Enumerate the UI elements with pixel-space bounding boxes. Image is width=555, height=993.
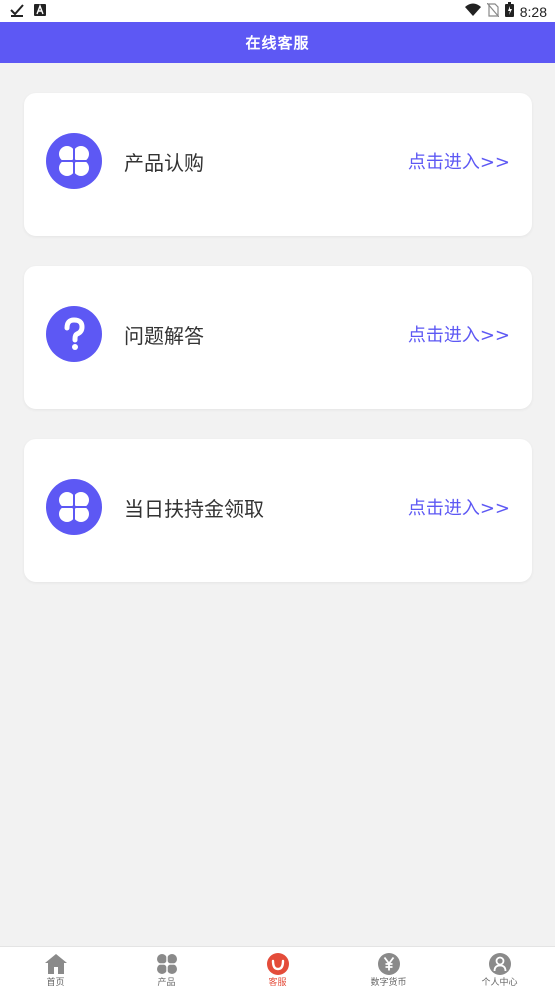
card-label: 问题解答 xyxy=(124,324,204,348)
app-screen: 8:28 在线客服 产品认购 点击进入>> 问题解答 点击进入>> 当日扶持金领… xyxy=(0,0,555,993)
smile-service-icon xyxy=(266,952,290,976)
nav-label: 产品 xyxy=(157,978,176,988)
nav-item-products[interactable]: 产品 xyxy=(111,947,222,993)
nav-label: 个人中心 xyxy=(481,978,518,988)
question-icon xyxy=(46,306,102,362)
bottom-nav: 首页 产品 客服 数字货币 个人中心 xyxy=(0,946,555,993)
nav-item-digital-currency[interactable]: 数字货币 xyxy=(333,947,444,993)
a-badge-icon xyxy=(34,4,46,20)
home-icon xyxy=(44,952,68,976)
enter-link[interactable]: 点击进入>> xyxy=(408,498,510,520)
nav-item-service[interactable]: 客服 xyxy=(222,947,333,993)
app-header: 在线客服 xyxy=(0,22,555,63)
page-title: 在线客服 xyxy=(245,34,310,52)
card-label: 产品认购 xyxy=(124,151,204,175)
yen-coin-icon xyxy=(377,952,401,976)
status-time: 8:28 xyxy=(519,3,547,20)
nav-label: 客服 xyxy=(268,978,287,988)
check-download-icon xyxy=(10,3,24,21)
card-faq[interactable]: 问题解答 点击进入>> xyxy=(24,266,532,409)
status-bar: 8:28 xyxy=(0,0,555,22)
user-icon xyxy=(488,952,512,976)
status-right-icons: 8:28 xyxy=(464,2,547,21)
enter-link[interactable]: 点击进入>> xyxy=(408,152,510,174)
clover-icon xyxy=(46,133,102,189)
nav-item-profile[interactable]: 个人中心 xyxy=(444,947,555,993)
nav-label: 数字货币 xyxy=(370,978,407,988)
nav-item-home[interactable]: 首页 xyxy=(0,947,111,993)
nav-label: 首页 xyxy=(46,978,65,988)
clover-icon xyxy=(155,952,179,976)
enter-link[interactable]: 点击进入>> xyxy=(408,325,510,347)
clover-icon xyxy=(46,479,102,535)
no-sim-icon xyxy=(486,2,500,21)
wifi-icon xyxy=(464,3,481,21)
status-left-icons xyxy=(10,3,46,21)
battery-icon xyxy=(504,2,514,21)
card-label: 当日扶持金领取 xyxy=(124,497,264,521)
card-daily-support-fund[interactable]: 当日扶持金领取 点击进入>> xyxy=(24,439,532,582)
card-product-subscribe[interactable]: 产品认购 点击进入>> xyxy=(24,93,532,236)
